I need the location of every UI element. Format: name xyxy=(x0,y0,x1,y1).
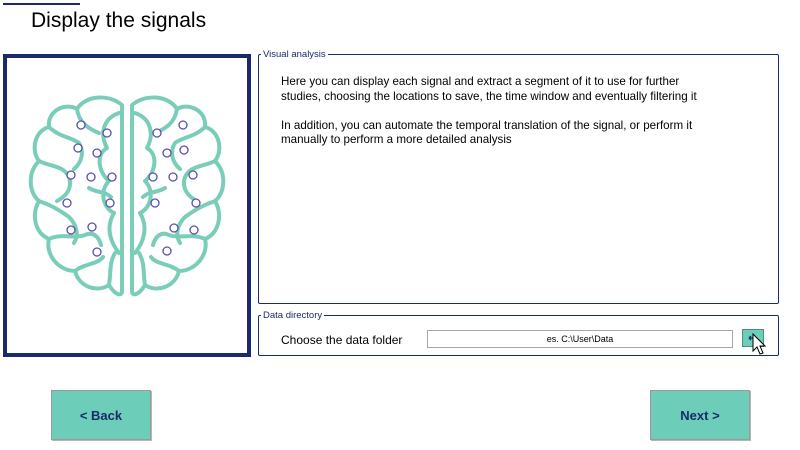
data-folder-label: Choose the data folder xyxy=(281,333,403,347)
description-paragraph-1: Here you can display each signal and ext… xyxy=(281,75,697,103)
visual-analysis-legend: Visual analysis xyxy=(263,49,326,60)
title-rule xyxy=(3,3,80,5)
back-button[interactable]: < Back xyxy=(51,390,151,440)
brain-electrodes-icon xyxy=(28,95,226,297)
page-title: Display the signals xyxy=(31,9,207,32)
data-folder-input[interactable] xyxy=(427,330,733,348)
visual-analysis-group: Visual analysis Here you can display eac… xyxy=(258,49,779,304)
visual-analysis-description: Here you can display each signal and ext… xyxy=(281,75,701,148)
description-paragraph-2: In addition, you can automate the tempor… xyxy=(281,118,693,147)
data-directory-legend: Data directory xyxy=(263,310,323,321)
data-directory-group: Data directory Choose the data folder xyxy=(258,310,779,356)
brain-image-panel xyxy=(3,54,251,357)
next-button[interactable]: Next > xyxy=(650,390,750,440)
mouse-pointer-icon xyxy=(752,333,766,355)
